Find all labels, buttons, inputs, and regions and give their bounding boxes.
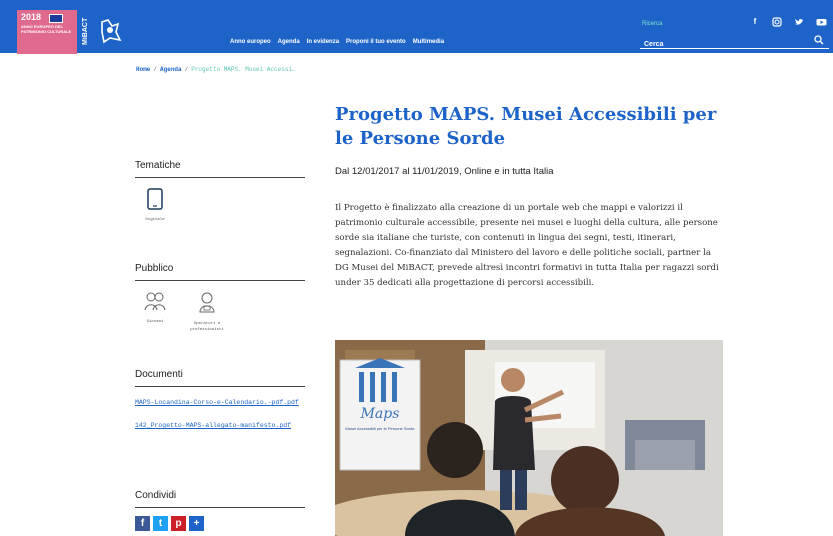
pubblico-giovani[interactable]: Giovani	[135, 291, 175, 333]
search-box	[640, 33, 829, 52]
pubblico-label: Operatori e professionisti	[190, 322, 224, 332]
mibact-logo-icon[interactable]	[98, 18, 122, 44]
documenti-section: Documenti MAPS-Locandina-Corso-e-Calenda…	[135, 369, 305, 433]
tematica-digitale[interactable]: Digitale	[135, 188, 175, 222]
document-link[interactable]: 142_Progetto-MAPS-allegato-manifesto.pdf	[135, 418, 305, 433]
poster-title: Maps	[360, 406, 400, 422]
logo-text: ANNO EUROPEO DEL PATRIMONIO CULTURALE	[21, 24, 72, 34]
event-dates: Dal 12/01/2017 al 11/01/2019, Online e i…	[335, 166, 554, 177]
search-input[interactable]	[640, 37, 800, 52]
page-title: Progetto MAPS. Musei Accessibili per le …	[335, 104, 717, 149]
pubblico-section: Pubblico Giovani Operatori e professioni…	[135, 263, 305, 333]
logo-year: 2018	[21, 12, 42, 22]
tablet-icon	[147, 188, 163, 210]
condividi-section: Condividi f t p +	[135, 490, 305, 531]
tematica-label: Digitale	[145, 218, 165, 222]
youtube-icon[interactable]	[816, 17, 827, 27]
search-label: Ricerca	[642, 21, 663, 27]
pubblico-title: Pubblico	[135, 263, 305, 281]
facebook-icon[interactable]: f	[135, 516, 150, 531]
nav-multimedia[interactable]: Multimedia	[413, 39, 444, 45]
pinterest-icon[interactable]: p	[171, 516, 186, 531]
tematiche-section: Tematiche Digitale	[135, 160, 305, 222]
nav-in-evidenza[interactable]: In evidenza	[307, 39, 339, 45]
poster-subtitle: Musei Accessibili per le Persone Sorde	[345, 426, 415, 431]
instagram-icon[interactable]	[772, 17, 782, 27]
event-photo[interactable]: Maps Musei Accessibili per le Persone So…	[335, 340, 723, 536]
eu-flag-icon	[49, 14, 63, 23]
social-links: f	[750, 17, 827, 27]
tematiche-title: Tematiche	[135, 160, 305, 178]
search-icon[interactable]	[814, 35, 824, 45]
mibact-label: MiBACT	[82, 17, 89, 45]
breadcrumb-current: Progetto MAPS. Musei Accessi…	[191, 66, 296, 73]
twitter-icon[interactable]: t	[153, 516, 168, 531]
event-photo-scene: Maps Musei Accessibili per le Persone So…	[335, 340, 723, 536]
breadcrumb-home[interactable]: Home	[136, 66, 150, 73]
breadcrumb-agenda[interactable]: Agenda	[160, 66, 182, 73]
breadcrumb-separator: /	[153, 66, 158, 73]
operator-icon	[199, 292, 215, 313]
nav-agenda[interactable]: Agenda	[278, 39, 300, 45]
documenti-title: Documenti	[135, 369, 305, 387]
pubblico-label: Giovani	[146, 320, 164, 324]
share-buttons: f t p +	[135, 516, 305, 531]
document-link[interactable]: MAPS-Locandina-Corso-e-Calendario.-pdf.p…	[135, 395, 305, 410]
nav-proponi-evento[interactable]: Proponi il tuo evento	[346, 39, 406, 45]
site-header: 2018 ANNO EUROPEO DEL PATRIMONIO CULTURA…	[0, 0, 833, 54]
main-nav: Anno europeo Agenda In evidenza Proponi …	[230, 39, 444, 45]
facebook-icon[interactable]: f	[750, 17, 760, 27]
eych-2018-logo[interactable]: 2018 ANNO EUROPEO DEL PATRIMONIO CULTURA…	[17, 10, 77, 54]
breadcrumb-separator: /	[184, 66, 189, 73]
pubblico-operatori[interactable]: Operatori e professionisti	[187, 291, 227, 333]
event-description: Il Progetto è finalizzato alla creazione…	[335, 203, 719, 288]
nav-anno-europeo[interactable]: Anno europeo	[230, 39, 271, 45]
share-plus-icon[interactable]: +	[189, 516, 204, 531]
condividi-title: Condividi	[135, 490, 305, 508]
young-people-icon	[144, 292, 166, 311]
twitter-icon[interactable]	[794, 17, 804, 27]
breadcrumb: Home / Agenda / Progetto MAPS. Musei Accessi…	[136, 66, 296, 73]
